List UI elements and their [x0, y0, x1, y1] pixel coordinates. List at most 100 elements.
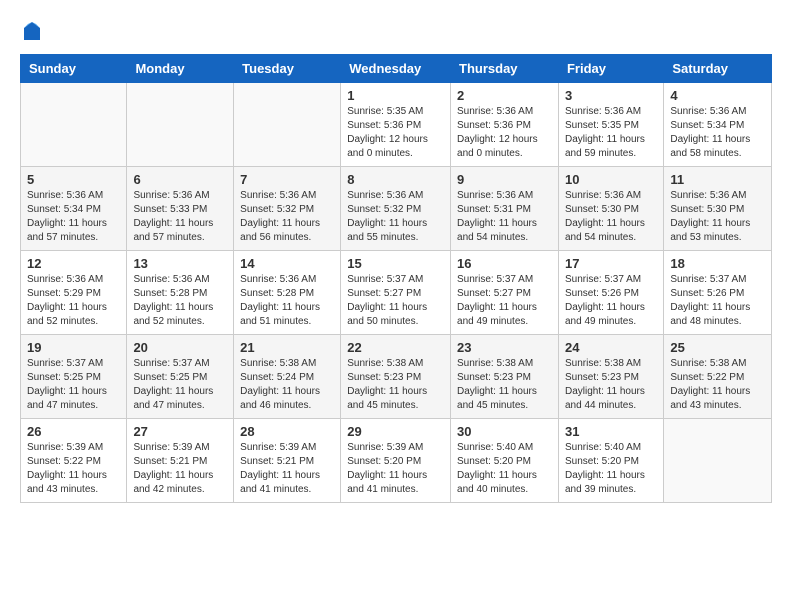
- calendar-cell: 17 Sunrise: 5:37 AM Sunset: 5:26 PM Dayli…: [558, 251, 663, 335]
- calendar-cell: [234, 83, 341, 167]
- day-info: Sunrise: 5:37 AM Sunset: 5:25 PM Dayligh…: [27, 357, 120, 413]
- day-number: 25: [670, 340, 765, 355]
- calendar-cell: 1 Sunrise: 5:35 AM Sunset: 5:36 PM Daylig…: [341, 83, 451, 167]
- weekday-header-monday: Monday: [127, 55, 234, 83]
- day-info: Sunrise: 5:36 AM Sunset: 5:28 PM Dayligh…: [240, 273, 334, 329]
- day-info: Sunrise: 5:36 AM Sunset: 5:28 PM Dayligh…: [133, 273, 227, 329]
- day-info: Sunrise: 5:36 AM Sunset: 5:36 PM Dayligh…: [457, 105, 552, 161]
- day-number: 22: [347, 340, 444, 355]
- day-info: Sunrise: 5:37 AM Sunset: 5:27 PM Dayligh…: [457, 273, 552, 329]
- calendar-cell: 10 Sunrise: 5:36 AM Sunset: 5:30 PM Dayli…: [558, 167, 663, 251]
- calendar-cell: 13 Sunrise: 5:36 AM Sunset: 5:28 PM Dayli…: [127, 251, 234, 335]
- day-info: Sunrise: 5:37 AM Sunset: 5:26 PM Dayligh…: [670, 273, 765, 329]
- calendar-week-row: 26 Sunrise: 5:39 AM Sunset: 5:22 PM Dayli…: [21, 419, 772, 503]
- day-number: 18: [670, 256, 765, 271]
- calendar-week-row: 12 Sunrise: 5:36 AM Sunset: 5:29 PM Dayli…: [21, 251, 772, 335]
- weekday-header-row: SundayMondayTuesdayWednesdayThursdayFrid…: [21, 55, 772, 83]
- calendar-cell: 5 Sunrise: 5:36 AM Sunset: 5:34 PM Daylig…: [21, 167, 127, 251]
- calendar-cell: 29 Sunrise: 5:39 AM Sunset: 5:20 PM Dayli…: [341, 419, 451, 503]
- day-number: 26: [27, 424, 120, 439]
- weekday-header-friday: Friday: [558, 55, 663, 83]
- day-number: 7: [240, 172, 334, 187]
- day-number: 13: [133, 256, 227, 271]
- calendar-table: SundayMondayTuesdayWednesdayThursdayFrid…: [20, 54, 772, 503]
- weekday-header-thursday: Thursday: [451, 55, 559, 83]
- day-number: 17: [565, 256, 657, 271]
- day-number: 14: [240, 256, 334, 271]
- day-info: Sunrise: 5:38 AM Sunset: 5:24 PM Dayligh…: [240, 357, 334, 413]
- day-info: Sunrise: 5:36 AM Sunset: 5:30 PM Dayligh…: [670, 189, 765, 245]
- day-number: 23: [457, 340, 552, 355]
- weekday-header-tuesday: Tuesday: [234, 55, 341, 83]
- calendar-cell: [127, 83, 234, 167]
- day-info: Sunrise: 5:36 AM Sunset: 5:29 PM Dayligh…: [27, 273, 120, 329]
- calendar-cell: 28Sunrise: 5:39 AM Sunset: 5:21 PM Dayli…: [234, 419, 341, 503]
- day-info: Sunrise: 5:39 AM Sunset: 5:22 PM Dayligh…: [27, 441, 120, 497]
- day-number: 20: [133, 340, 227, 355]
- day-info: Sunrise: 5:39 AM Sunset: 5:21 PM Dayligh…: [240, 441, 334, 497]
- calendar-week-row: 19Sunrise: 5:37 AM Sunset: 5:25 PM Dayli…: [21, 335, 772, 419]
- calendar-cell: 24Sunrise: 5:38 AM Sunset: 5:23 PM Dayli…: [558, 335, 663, 419]
- day-info: Sunrise: 5:38 AM Sunset: 5:23 PM Dayligh…: [347, 357, 444, 413]
- day-info: Sunrise: 5:35 AM Sunset: 5:36 PM Dayligh…: [347, 105, 444, 161]
- weekday-header-sunday: Sunday: [21, 55, 127, 83]
- calendar-cell: 7Sunrise: 5:36 AM Sunset: 5:32 PM Daylig…: [234, 167, 341, 251]
- day-info: Sunrise: 5:37 AM Sunset: 5:27 PM Dayligh…: [347, 273, 444, 329]
- calendar-cell: 6Sunrise: 5:36 AM Sunset: 5:33 PM Daylig…: [127, 167, 234, 251]
- calendar-cell: 14 Sunrise: 5:36 AM Sunset: 5:28 PM Dayli…: [234, 251, 341, 335]
- logo: [20, 20, 48, 44]
- weekday-header-saturday: Saturday: [664, 55, 772, 83]
- calendar-cell: 19Sunrise: 5:37 AM Sunset: 5:25 PM Dayli…: [21, 335, 127, 419]
- calendar-cell: 12 Sunrise: 5:36 AM Sunset: 5:29 PM Dayli…: [21, 251, 127, 335]
- day-info: Sunrise: 5:40 AM Sunset: 5:20 PM Dayligh…: [457, 441, 552, 497]
- calendar-cell: 15 Sunrise: 5:37 AM Sunset: 5:27 PM Dayli…: [341, 251, 451, 335]
- calendar-cell: 8 Sunrise: 5:36 AM Sunset: 5:32 PM Daylig…: [341, 167, 451, 251]
- day-number: 29: [347, 424, 444, 439]
- day-number: 31: [565, 424, 657, 439]
- day-info: Sunrise: 5:36 AM Sunset: 5:30 PM Dayligh…: [565, 189, 657, 245]
- calendar-cell: 27Sunrise: 5:39 AM Sunset: 5:21 PM Dayli…: [127, 419, 234, 503]
- calendar-week-row: 1 Sunrise: 5:35 AM Sunset: 5:36 PM Daylig…: [21, 83, 772, 167]
- day-number: 21: [240, 340, 334, 355]
- calendar-cell: 22 Sunrise: 5:38 AM Sunset: 5:23 PM Dayli…: [341, 335, 451, 419]
- day-info: Sunrise: 5:40 AM Sunset: 5:20 PM Dayligh…: [565, 441, 657, 497]
- page-header: [20, 20, 772, 44]
- day-number: 9: [457, 172, 552, 187]
- day-info: Sunrise: 5:36 AM Sunset: 5:31 PM Dayligh…: [457, 189, 552, 245]
- calendar-cell: [664, 419, 772, 503]
- day-info: Sunrise: 5:36 AM Sunset: 5:32 PM Dayligh…: [347, 189, 444, 245]
- calendar-cell: 18 Sunrise: 5:37 AM Sunset: 5:26 PM Dayli…: [664, 251, 772, 335]
- calendar-cell: 9 Sunrise: 5:36 AM Sunset: 5:31 PM Daylig…: [451, 167, 559, 251]
- calendar-cell: 25Sunrise: 5:38 AM Sunset: 5:22 PM Dayli…: [664, 335, 772, 419]
- day-number: 2: [457, 88, 552, 103]
- calendar-cell: 11 Sunrise: 5:36 AM Sunset: 5:30 PM Dayli…: [664, 167, 772, 251]
- weekday-header-wednesday: Wednesday: [341, 55, 451, 83]
- day-number: 11: [670, 172, 765, 187]
- day-number: 5: [27, 172, 120, 187]
- calendar-cell: 26 Sunrise: 5:39 AM Sunset: 5:22 PM Dayli…: [21, 419, 127, 503]
- calendar-cell: 30 Sunrise: 5:40 AM Sunset: 5:20 PM Dayli…: [451, 419, 559, 503]
- day-number: 16: [457, 256, 552, 271]
- day-info: Sunrise: 5:37 AM Sunset: 5:25 PM Dayligh…: [133, 357, 227, 413]
- day-info: Sunrise: 5:36 AM Sunset: 5:35 PM Dayligh…: [565, 105, 657, 161]
- day-info: Sunrise: 5:38 AM Sunset: 5:23 PM Dayligh…: [565, 357, 657, 413]
- day-info: Sunrise: 5:39 AM Sunset: 5:20 PM Dayligh…: [347, 441, 444, 497]
- day-number: 8: [347, 172, 444, 187]
- calendar-cell: 3 Sunrise: 5:36 AM Sunset: 5:35 PM Daylig…: [558, 83, 663, 167]
- calendar-cell: 20 Sunrise: 5:37 AM Sunset: 5:25 PM Dayli…: [127, 335, 234, 419]
- calendar-cell: 2 Sunrise: 5:36 AM Sunset: 5:36 PM Daylig…: [451, 83, 559, 167]
- day-info: Sunrise: 5:36 AM Sunset: 5:34 PM Dayligh…: [27, 189, 120, 245]
- day-number: 6: [133, 172, 227, 187]
- day-info: Sunrise: 5:37 AM Sunset: 5:26 PM Dayligh…: [565, 273, 657, 329]
- calendar-cell: 21 Sunrise: 5:38 AM Sunset: 5:24 PM Dayli…: [234, 335, 341, 419]
- calendar-cell: 31 Sunrise: 5:40 AM Sunset: 5:20 PM Dayli…: [558, 419, 663, 503]
- calendar-week-row: 5 Sunrise: 5:36 AM Sunset: 5:34 PM Daylig…: [21, 167, 772, 251]
- day-number: 1: [347, 88, 444, 103]
- day-number: 10: [565, 172, 657, 187]
- day-info: Sunrise: 5:39 AM Sunset: 5:21 PM Dayligh…: [133, 441, 227, 497]
- day-number: 3: [565, 88, 657, 103]
- day-number: 15: [347, 256, 444, 271]
- day-number: 12: [27, 256, 120, 271]
- day-number: 30: [457, 424, 552, 439]
- calendar-cell: 4Sunrise: 5:36 AM Sunset: 5:34 PM Daylig…: [664, 83, 772, 167]
